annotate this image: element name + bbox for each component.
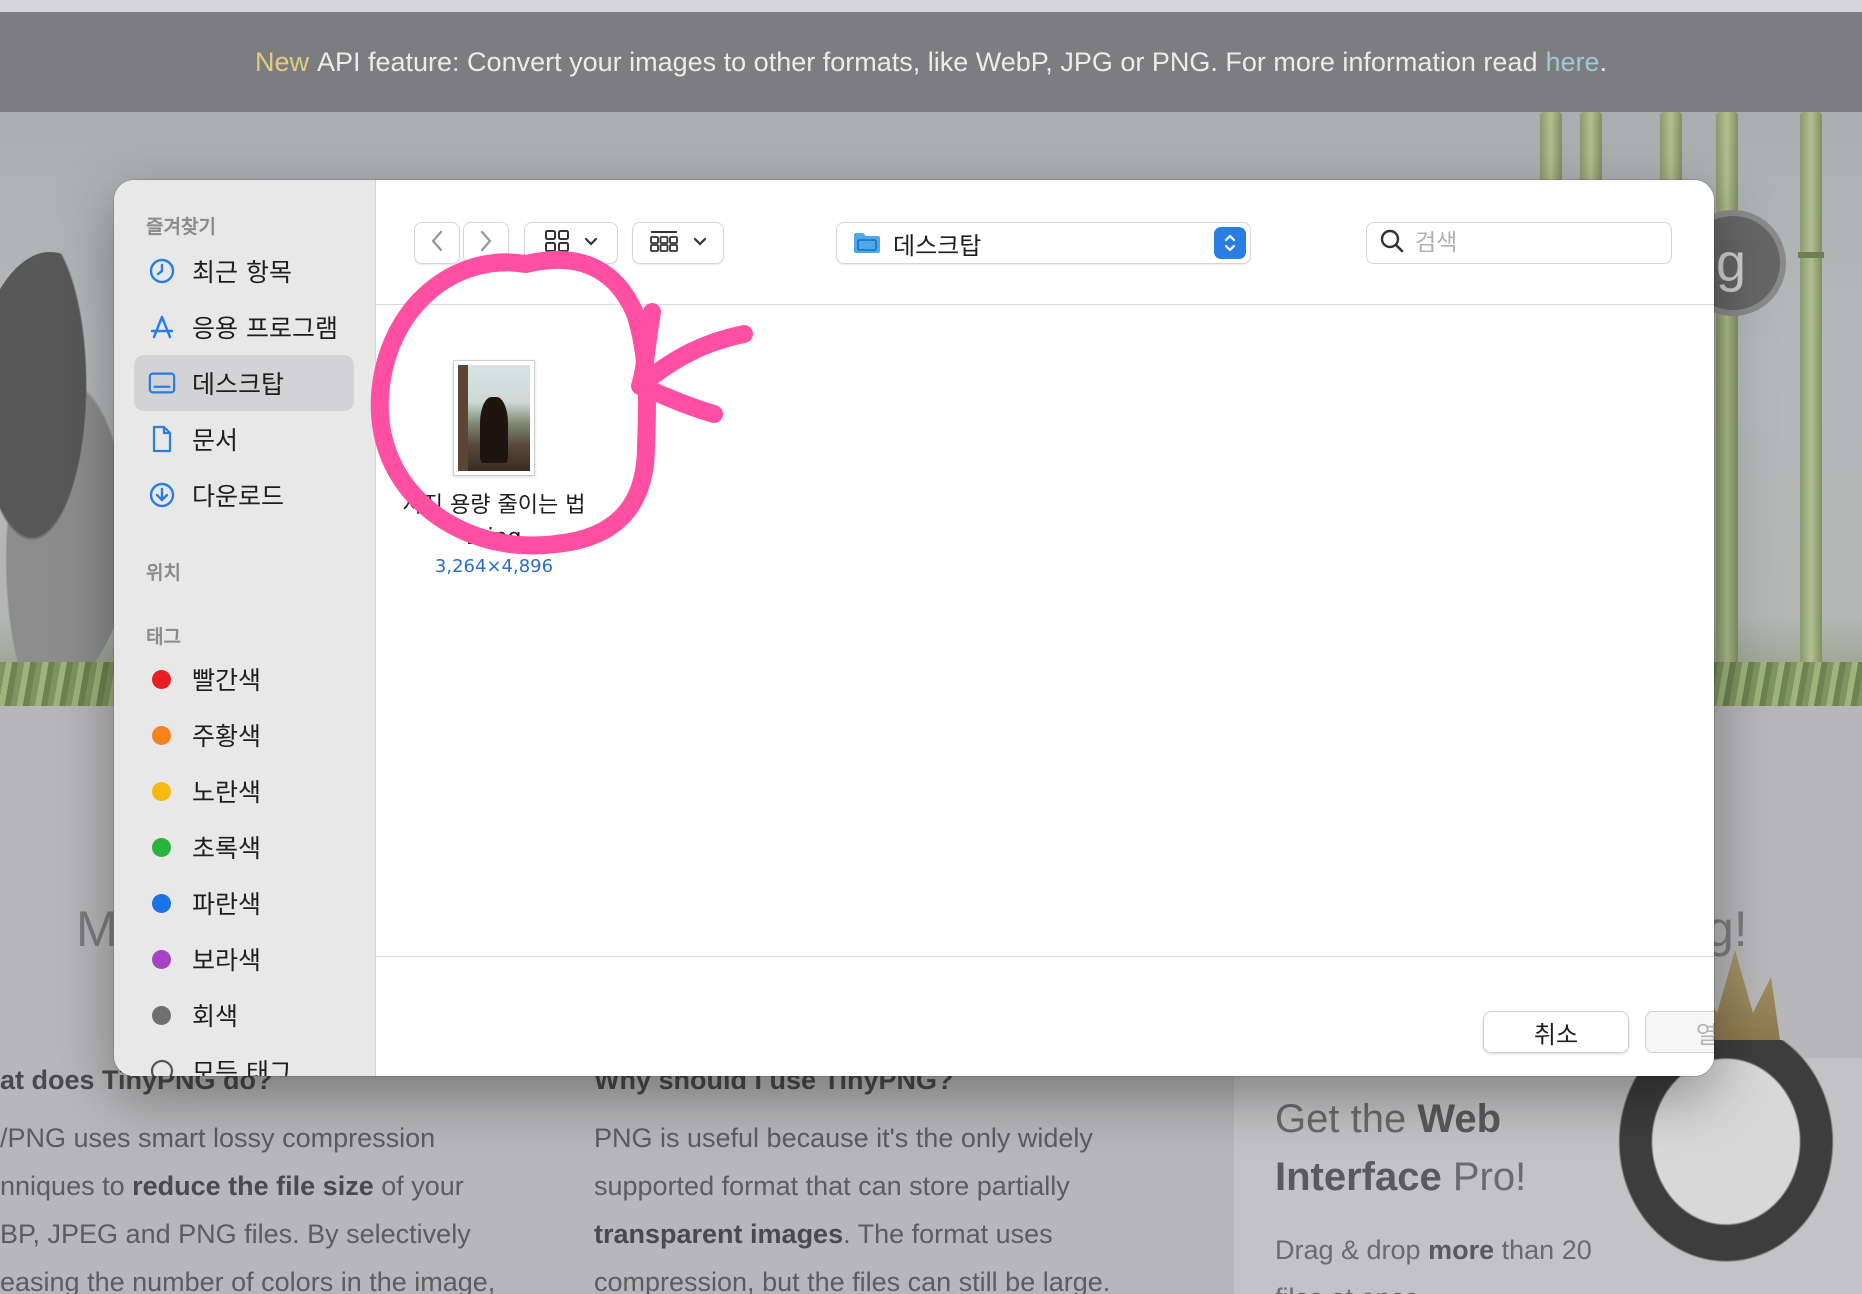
chevron-left-icon xyxy=(430,230,444,257)
column-line: nniques to reduce the file size of your xyxy=(0,1171,464,1201)
sidebar-item-desktop[interactable]: 데스크탑 xyxy=(134,355,354,411)
cancel-button[interactable]: 취소 xyxy=(1483,1011,1629,1053)
sidebar-item-label: 최근 항목 xyxy=(192,258,292,287)
panda-illustration-right xyxy=(1590,1040,1862,1294)
search-input[interactable] xyxy=(1415,230,1655,256)
column-line: BP, JPEG and PNG files. By selectively xyxy=(0,1219,471,1249)
sidebar-item-downloads[interactable]: 다운로드 xyxy=(134,467,354,523)
column-line: PNG is useful because it's the only wide… xyxy=(594,1123,1093,1153)
sidebar-tag-green[interactable]: 초록색 xyxy=(134,819,354,875)
sidebar-item-label: 응용 프로그램 xyxy=(192,314,338,343)
sidebar-item-documents[interactable]: 문서 xyxy=(134,411,354,467)
browser-top-strip xyxy=(0,0,1862,12)
tag-color-dot xyxy=(152,949,171,969)
chevron-down-icon xyxy=(693,234,707,252)
clock-icon xyxy=(148,257,176,285)
why-use-column: Why should I use TinyPNG? PNG is useful … xyxy=(594,1060,1154,1294)
sidebar-tag-orange[interactable]: 주황색 xyxy=(134,707,354,763)
banner-text: API feature: Convert your images to othe… xyxy=(316,46,1538,77)
sidebar-item-label: 다운로드 xyxy=(192,482,285,511)
announcement-banner: New API feature: Convert your images to … xyxy=(0,12,1862,112)
tags-icon xyxy=(148,1057,176,1076)
sidebar-tag-label: 회색 xyxy=(192,1002,239,1031)
group-mode-button[interactable] xyxy=(632,222,724,264)
search-icon xyxy=(1379,228,1405,258)
search-field[interactable] xyxy=(1366,222,1672,264)
open-button[interactable]: 열기 xyxy=(1645,1011,1714,1053)
sidebar-item-applications[interactable]: 응용 프로그램 xyxy=(134,299,354,355)
sidebar-item-recents[interactable]: 최근 항목 xyxy=(134,243,354,299)
file-dimensions: 3,264×4,896 xyxy=(434,556,554,577)
banner-here-link[interactable]: here xyxy=(1545,47,1599,78)
tag-color-dot xyxy=(152,1005,171,1025)
desktop-icon xyxy=(148,369,176,397)
location-popup[interactable]: 데스크탑 xyxy=(836,222,1251,264)
file-browser-area: 사진 용량 줄이는 법 2.jpg 3,264×4,896 xyxy=(370,250,1714,956)
forward-button[interactable] xyxy=(463,222,509,264)
column-line: transparent images. The format uses xyxy=(594,1219,1053,1249)
section-heading-left: M xyxy=(76,901,118,957)
column-line: /PNG uses smart lossy compression xyxy=(0,1123,436,1153)
banner-period: . xyxy=(1599,46,1608,77)
tag-color-dot xyxy=(152,781,171,801)
tag-color-dot xyxy=(152,893,171,913)
group-view-icon xyxy=(649,229,679,258)
sidebar-item-label: 데스크탑 xyxy=(192,370,285,399)
sidebar-tag-blue[interactable]: 파란색 xyxy=(134,875,354,931)
what-does-column: at does TinyPNG do? /PNG uses smart loss… xyxy=(0,1060,560,1294)
sidebar-tag-label: 주황색 xyxy=(192,722,262,751)
sidebar-tag-label: 보라색 xyxy=(192,946,262,975)
file-item[interactable]: 사진 용량 줄이는 법 2.jpg 3,264×4,896 xyxy=(394,360,594,577)
column-line: supported format that can store partiall… xyxy=(594,1171,1070,1201)
file-open-dialog: 즐겨찾기 최근 항목 응용 프로그램 데스크탑 문서 다운로드 위치 태그 빨간… xyxy=(114,180,1714,1076)
chevron-right-icon xyxy=(479,230,493,257)
column-line: compression, but the files can still be … xyxy=(594,1267,1111,1294)
file-name: 사진 용량 줄이는 법 2.jpg xyxy=(402,493,586,550)
download-icon xyxy=(148,481,176,509)
document-icon xyxy=(148,425,176,453)
banner-new-label: New xyxy=(254,46,309,77)
column-line: easing the number of colors in the image… xyxy=(0,1267,496,1294)
sidebar-tag-label: 빨간색 xyxy=(192,666,262,695)
pro-promo-title: Get the Web Interface Pro! xyxy=(1275,1097,1527,1199)
tags-header: 태그 xyxy=(146,626,181,648)
applications-icon xyxy=(148,313,176,341)
chevron-down-icon xyxy=(584,234,598,252)
grid-view-icon xyxy=(544,229,570,258)
sidebar-tag-label: 초록색 xyxy=(192,834,262,863)
tag-color-dot xyxy=(152,837,171,857)
dialog-footer: 취소 열기 xyxy=(376,956,1714,1076)
file-thumbnail xyxy=(453,360,535,476)
locations-header: 위치 xyxy=(146,562,181,584)
location-label: 데스크탑 xyxy=(893,231,982,260)
dialog-main: 데스크탑 사진 용량 줄이는 법 2.jpg 3,264×4,896 xyxy=(370,180,1714,1076)
sidebar-tag-label: 파란색 xyxy=(192,890,262,919)
dialog-toolbar: 데스크탑 xyxy=(376,180,1714,305)
sidebar-all-tags[interactable]: 모든 태그... xyxy=(134,1043,354,1076)
sidebar-tag-red[interactable]: 빨간색 xyxy=(134,651,354,707)
pro-promo-text: Drag & drop more than 20 files at once xyxy=(1275,1235,1592,1294)
sidebar-tag-yellow[interactable]: 노란색 xyxy=(134,763,354,819)
favorites-header: 즐겨찾기 xyxy=(146,216,216,238)
sidebar-tag-purple[interactable]: 보라색 xyxy=(134,931,354,987)
round-button-glyph: g xyxy=(1716,233,1747,293)
tag-color-dot xyxy=(152,669,171,689)
folder-icon xyxy=(853,232,881,254)
sidebar-item-label: 모든 태그... xyxy=(192,1058,316,1076)
dialog-sidebar: 즐겨찾기 최근 항목 응용 프로그램 데스크탑 문서 다운로드 위치 태그 빨간… xyxy=(114,180,376,1076)
back-button[interactable] xyxy=(414,222,460,264)
bamboo-stalk xyxy=(1714,112,1740,706)
sidebar-tag-gray[interactable]: 회색 xyxy=(134,987,354,1043)
view-mode-button[interactable] xyxy=(524,222,618,264)
up-down-chevron-icon xyxy=(1214,227,1246,259)
bamboo-stalk xyxy=(1798,112,1824,706)
sidebar-item-label: 문서 xyxy=(192,426,239,455)
tag-color-dot xyxy=(152,725,171,745)
sidebar-tag-label: 노란색 xyxy=(192,778,262,807)
